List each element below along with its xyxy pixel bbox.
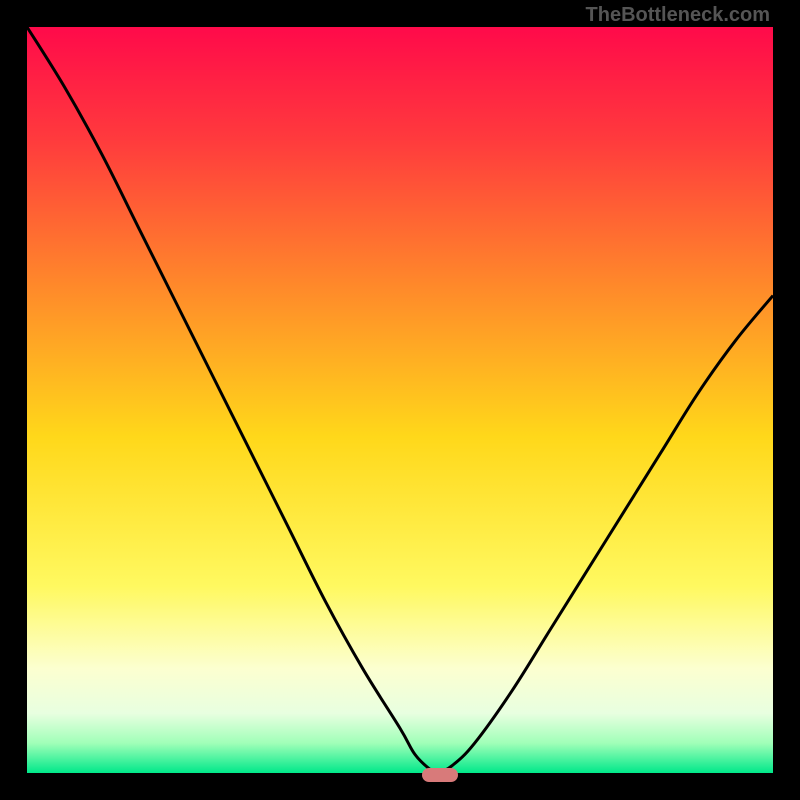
bottleneck-curve [27, 27, 773, 773]
bottleneck-marker [422, 768, 458, 782]
bottleneck-chart [25, 25, 775, 775]
watermark-text: TheBottleneck.com [586, 4, 770, 27]
